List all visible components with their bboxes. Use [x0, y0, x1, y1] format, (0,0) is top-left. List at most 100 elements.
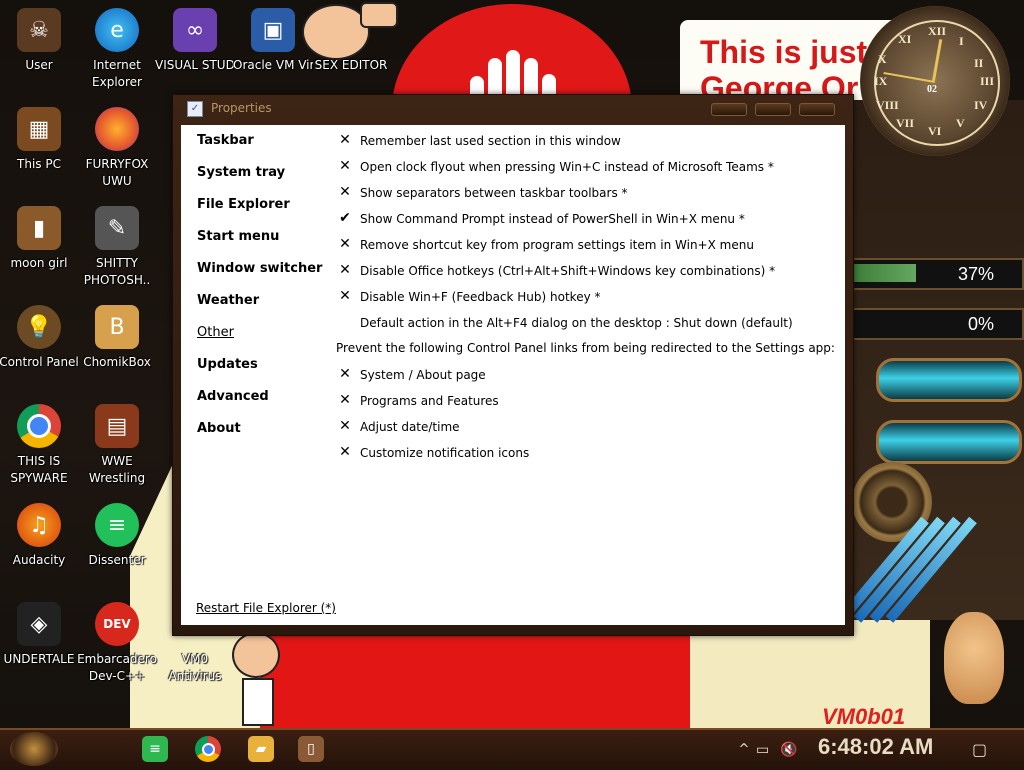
devcpp-icon: DEV [95, 602, 139, 646]
blue-tubes-decoration [837, 516, 980, 630]
redirect-section-label: Prevent the following Control Panel link… [336, 341, 835, 355]
taskbar-file-explorer[interactable]: ▰ [248, 736, 274, 762]
checkbox-cross-icon: ✕ [339, 184, 351, 200]
desktop-icon-user[interactable]: ☠ User [0, 8, 79, 74]
desktop-icon-label: Dissenter [88, 553, 146, 567]
clock-numeral: X [878, 52, 887, 66]
minimize-button[interactable] [711, 103, 747, 116]
clock-numeral: XI [898, 32, 912, 46]
chomikbox-icon: B [95, 305, 139, 349]
checkbox-cross-icon: ✕ [339, 236, 351, 252]
maximize-button[interactable] [755, 103, 791, 116]
desktop-icon-chomikbox[interactable]: B ChomikBox [77, 305, 157, 371]
clock-numeral: I [959, 34, 964, 48]
desktop-icon-label: FURRYFOX UWU [85, 157, 149, 188]
nav-item-window-switcher[interactable]: Window switcher [197, 261, 322, 276]
desktop-icon-label: moon girl [10, 256, 68, 270]
taskbar-spotify[interactable]: ≡ [142, 736, 168, 762]
option-label: Remember last used section in this windo… [360, 134, 621, 148]
nav-item-file-explorer[interactable]: File Explorer [197, 197, 290, 212]
nav-item-taskbar[interactable]: Taskbar [197, 133, 254, 148]
window-icon: ✓ [187, 101, 203, 117]
desktop-icon-label: VISUAL STUDIO [155, 58, 235, 72]
checkbox-cross-icon: ✕ [339, 418, 351, 434]
window-titlebar[interactable]: ✓ Properties [173, 95, 853, 123]
option-label: Remove shortcut key from program setting… [360, 238, 754, 252]
option-label: System / About page [360, 368, 486, 382]
virtualbox-icon: ▣ [251, 8, 295, 52]
nav-item-advanced[interactable]: Advanced [197, 389, 269, 404]
taskbar-door-app[interactable]: ▯ [298, 736, 324, 762]
glass-tube-gauge [876, 420, 1022, 464]
folder-icon: ▮ [17, 206, 61, 250]
desktop-icon-visual-studio[interactable]: ∞ VISUAL STUDIO [155, 8, 235, 74]
wwe-icon: ▤ [95, 404, 139, 448]
checkbox-cross-icon: ✕ [339, 366, 351, 382]
desktop-icon-moon-girl[interactable]: ▮ moon girl [0, 206, 79, 272]
clock-numeral: XII [928, 24, 947, 38]
desktop-icon-label: This PC [17, 157, 61, 171]
clock-numeral: VII [896, 116, 915, 130]
checkbox-cross-icon: ✕ [339, 444, 351, 460]
desktop-icon-label: THIS IS SPYWARE [10, 454, 68, 485]
desktop-icon-audacity[interactable]: ♫ Audacity [0, 503, 79, 569]
taskbar-chrome[interactable] [195, 736, 221, 762]
nav-item-system-tray[interactable]: System tray [197, 165, 285, 180]
desktop-icon-label: Embarcadero Dev-C++ [77, 652, 157, 683]
glass-tube-gauge [876, 358, 1022, 402]
nav-item-other[interactable]: Other [197, 325, 234, 340]
window-content: Taskbar System tray File Explorer Start … [181, 125, 845, 625]
desktop-icon-label: ChomikBox [83, 355, 151, 369]
this-pc-icon: ▦ [17, 107, 61, 151]
clock-numeral: IX [874, 74, 888, 88]
clock-date-badge: 02 [927, 84, 937, 95]
desktop-icon-this-pc[interactable]: ▦ This PC [0, 107, 79, 173]
desktop-icon-internet-explorer[interactable]: e Internet Explorer [77, 8, 157, 91]
gimp-icon: ✎ [95, 206, 139, 250]
desktop-icon-dissenter[interactable]: ≡ Dissenter [77, 503, 157, 569]
volume-muted-icon[interactable]: 🔇 [780, 730, 798, 770]
desktop-icon-label: Control Panel [0, 355, 79, 369]
checkbox-cross-icon: ✕ [339, 262, 351, 278]
network-icon[interactable]: ▭ [756, 730, 774, 770]
chrome-icon [201, 742, 215, 756]
start-button[interactable] [10, 732, 58, 766]
steampunk-clock-widget[interactable]: XII I II III IV V VI VII VIII IX X XI 02 [860, 6, 1010, 156]
nav-item-weather[interactable]: Weather [197, 293, 259, 308]
desktop-icon-photoshop[interactable]: ✎ SHITTY PHOTOSH.. [77, 206, 157, 289]
tray-overflow-chevron-icon[interactable]: ^ [736, 730, 752, 770]
nav-item-start-menu[interactable]: Start menu [197, 229, 279, 244]
option-label: Programs and Features [360, 394, 499, 408]
user-icon: ☠ [17, 8, 61, 52]
door-icon: ▯ [307, 741, 315, 757]
taskbar-clock[interactable]: 6:48:02 AM [818, 734, 933, 760]
cpu-gauge-value: 37% [957, 264, 994, 284]
desktop-icon-label: User [25, 58, 53, 72]
notification-center-icon[interactable]: ▢ [972, 730, 992, 770]
desktop-icon-oracle-vm[interactable]: ▣ Oracle VM VirtualBox [233, 8, 313, 74]
spotify-icon: ≡ [149, 741, 161, 757]
nav-item-updates[interactable]: Updates [197, 357, 258, 372]
desktop-icon-chrome[interactable]: THIS IS SPYWARE [0, 404, 79, 487]
chrome-icon [17, 404, 61, 448]
clock-numeral: VIII [876, 98, 899, 112]
unity-icon: ◈ [17, 602, 61, 646]
firefox-icon [95, 107, 139, 151]
desktop-icon-label: UNDERTALE [3, 652, 75, 666]
nav-item-about[interactable]: About [197, 421, 241, 436]
taskbar: ≡ ▰ ▯ ^ ▭ 🔇 6:48:02 AM ▢ [0, 728, 1024, 770]
restart-file-explorer-link[interactable]: Restart File Explorer (*) [196, 601, 336, 615]
desktop-icon-control-panel[interactable]: 💡 Control Panel [0, 305, 79, 371]
desktop-icon-label: Oracle VM VirtualBox [233, 58, 313, 72]
desktop-icon-furryfox[interactable]: FURRYFOX UWU [77, 107, 157, 190]
desktop-icon-devcpp[interactable]: DEV Embarcadero Dev-C++ [77, 602, 157, 685]
desktop-icon-wwe[interactable]: ▤ WWE Wrestling [77, 404, 157, 487]
memory-gauge-value: 0% [967, 314, 994, 334]
desktop-icon-sex-editor[interactable]: SEX EDITOR [311, 8, 391, 74]
clock-numeral: IV [974, 98, 988, 112]
cpu-gauge-fill [854, 264, 917, 282]
close-button[interactable] [799, 103, 835, 116]
desktop-icon-undertale[interactable]: ◈ UNDERTALE [0, 602, 79, 668]
desktop-icon-label: SHITTY PHOTOSH.. [83, 256, 151, 287]
clock-numeral: V [956, 116, 965, 130]
